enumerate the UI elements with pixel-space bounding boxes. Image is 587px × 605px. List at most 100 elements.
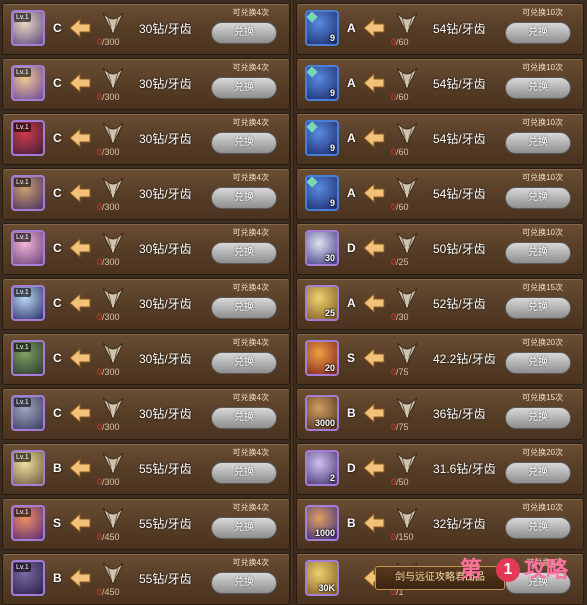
exchange-button[interactable]: 兑换 bbox=[505, 297, 571, 319]
exchange-arrow-icon bbox=[68, 182, 92, 204]
progress-count: 0/450 bbox=[97, 532, 120, 542]
hero-portrait-icon[interactable]: Lv.1 bbox=[11, 120, 45, 156]
exchange-button[interactable]: 兑换 bbox=[211, 407, 277, 429]
card-icon[interactable]: 9 bbox=[305, 10, 339, 46]
exchange-button[interactable]: 兑换 bbox=[211, 517, 277, 539]
exchange-button[interactable]: 兑换 bbox=[211, 297, 277, 319]
exchange-button[interactable]: 兑换 bbox=[505, 242, 571, 264]
hero-portrait-icon[interactable]: Lv.1 bbox=[11, 285, 45, 321]
grade-label: A bbox=[347, 296, 356, 310]
hero-portrait-icon[interactable]: Lv.1 bbox=[11, 395, 45, 431]
exchange-limit: 可兑换4次 bbox=[232, 393, 269, 402]
sword-icon[interactable]: 1000 bbox=[305, 505, 339, 541]
progress-count: 0/30 bbox=[391, 312, 409, 322]
grade-label: C bbox=[53, 241, 62, 255]
exchange-button[interactable]: 兑换 bbox=[505, 462, 571, 484]
progress-count: 0/75 bbox=[391, 367, 409, 377]
progress-total: /60 bbox=[396, 202, 409, 212]
exchange-button[interactable]: 兑换 bbox=[211, 242, 277, 264]
exchange-arrow-icon bbox=[68, 292, 92, 314]
exchange-row: 9 A 0/60 54钻/牙齿 可兑换10次 兑换 bbox=[296, 113, 584, 165]
item-quantity: 9 bbox=[329, 88, 335, 98]
price-label: 54钻/牙齿 bbox=[433, 187, 486, 201]
exchange-button[interactable]: 兑换 bbox=[211, 462, 277, 484]
level-label: Lv.1 bbox=[14, 178, 31, 187]
price-label: 54钻/牙齿 bbox=[433, 22, 486, 36]
hero-portrait-icon[interactable]: Lv.1 bbox=[11, 505, 45, 541]
progress-count: 0/300 bbox=[97, 312, 120, 322]
exchange-button[interactable]: 兑换 bbox=[211, 572, 277, 594]
exchange-button[interactable]: 兑换 bbox=[211, 22, 277, 44]
level-label: Lv.1 bbox=[14, 508, 31, 517]
exchange-arrow-icon bbox=[362, 72, 386, 94]
item-quantity: 3000 bbox=[314, 418, 335, 428]
card-icon[interactable]: 9 bbox=[305, 65, 339, 101]
progress-total: /30 bbox=[396, 312, 409, 322]
exchange-limit: 可兑换4次 bbox=[232, 448, 269, 457]
exchange-arrow-icon bbox=[362, 402, 386, 424]
fang-icon bbox=[393, 9, 421, 35]
exchange-button[interactable]: 兑换 bbox=[211, 132, 277, 154]
exchange-button[interactable]: 兑换 bbox=[211, 187, 277, 209]
exchange-limit: 可兑换15次 bbox=[522, 283, 563, 292]
progress-count: 0/75 bbox=[391, 422, 409, 432]
exchange-button[interactable]: 兑换 bbox=[505, 407, 571, 429]
level-label: Lv.1 bbox=[14, 453, 31, 462]
item-quantity: 9 bbox=[329, 33, 335, 43]
progress-count: 0/60 bbox=[391, 37, 409, 47]
exchange-button[interactable]: 兑换 bbox=[505, 187, 571, 209]
price-label: 30钻/牙齿 bbox=[139, 407, 192, 421]
exchange-button[interactable]: 兑换 bbox=[505, 517, 571, 539]
progress-total: /300 bbox=[102, 147, 120, 157]
hero-portrait-icon[interactable]: Lv.1 bbox=[11, 65, 45, 101]
fire-orb-icon[interactable]: 20 bbox=[305, 340, 339, 376]
gold-coin-icon[interactable]: 25 bbox=[305, 285, 339, 321]
gold-coin-icon[interactable]: 30K bbox=[305, 560, 339, 596]
exchange-button[interactable]: 兑换 bbox=[505, 352, 571, 374]
scroll-icon[interactable]: 2 bbox=[305, 450, 339, 486]
card-badge-icon bbox=[307, 12, 318, 23]
fang-icon bbox=[393, 449, 421, 475]
progress-total: /450 bbox=[102, 587, 120, 597]
card-icon[interactable]: 9 bbox=[305, 120, 339, 156]
exchange-limit: 可兑换4次 bbox=[232, 118, 269, 127]
grade-label: C bbox=[53, 21, 62, 35]
grade-label: C bbox=[53, 296, 62, 310]
price-label: 30钻/牙齿 bbox=[139, 132, 192, 146]
progress-total: /75 bbox=[396, 422, 409, 432]
exchange-row: Lv.1 C 0/300 30钻/牙齿 可兑换4次 兑换 bbox=[2, 223, 290, 275]
exchange-arrow-icon bbox=[362, 457, 386, 479]
progress-count: 0/300 bbox=[97, 37, 120, 47]
item-quantity: 9 bbox=[329, 143, 335, 153]
progress-count: 0/300 bbox=[97, 92, 120, 102]
level-label: Lv.1 bbox=[14, 13, 31, 22]
gear-medal-icon[interactable]: 3000 bbox=[305, 395, 339, 431]
exchange-button[interactable]: 兑换 bbox=[211, 77, 277, 99]
hero-portrait-icon[interactable]: Lv.1 bbox=[11, 450, 45, 486]
card-icon[interactable]: 9 bbox=[305, 175, 339, 211]
right-column: 9 A 0/60 54钻/牙齿 可兑换10次 兑换 9 A 0/60 54钻/牙齿 可兑换10次 兑换… bbox=[294, 0, 584, 605]
silver-orb-icon[interactable]: 30 bbox=[305, 230, 339, 266]
exchange-row: Lv.1 C 0/300 30钻/牙齿 可兑换4次 兑换 bbox=[2, 388, 290, 440]
exchange-limit: 可兑换10次 bbox=[522, 173, 563, 182]
exchange-button[interactable]: 兑换 bbox=[211, 352, 277, 374]
grade-label: B bbox=[347, 516, 356, 530]
hero-portrait-icon[interactable]: Lv.1 bbox=[11, 340, 45, 376]
exchange-button[interactable]: 兑换 bbox=[505, 22, 571, 44]
exchange-limit: 可兑换4次 bbox=[232, 283, 269, 292]
hero-portrait-icon[interactable]: Lv.1 bbox=[11, 560, 45, 596]
price-label: 55钻/牙齿 bbox=[139, 572, 192, 586]
hero-portrait-icon[interactable]: Lv.1 bbox=[11, 230, 45, 266]
exchange-limit: 可兑换4次 bbox=[232, 173, 269, 182]
grade-label: B bbox=[53, 461, 62, 475]
exchange-button[interactable]: 兑换 bbox=[505, 132, 571, 154]
exchange-row: Lv.1 C 0/300 30钻/牙齿 可兑换4次 兑换 bbox=[2, 58, 290, 110]
hero-portrait-icon[interactable]: Lv.1 bbox=[11, 175, 45, 211]
exchange-row: 20 S 0/75 42.2钻/牙齿 可兑换20次 兑换 bbox=[296, 333, 584, 385]
grade-label: A bbox=[347, 76, 356, 90]
exchange-button[interactable]: 兑换 bbox=[505, 77, 571, 99]
progress-count: 0/300 bbox=[97, 367, 120, 377]
hero-portrait-icon[interactable]: Lv.1 bbox=[11, 10, 45, 46]
price-label: 55钻/牙齿 bbox=[139, 517, 192, 531]
exchange-row: Lv.1 B 0/300 55钻/牙齿 可兑换4次 兑换 bbox=[2, 443, 290, 495]
